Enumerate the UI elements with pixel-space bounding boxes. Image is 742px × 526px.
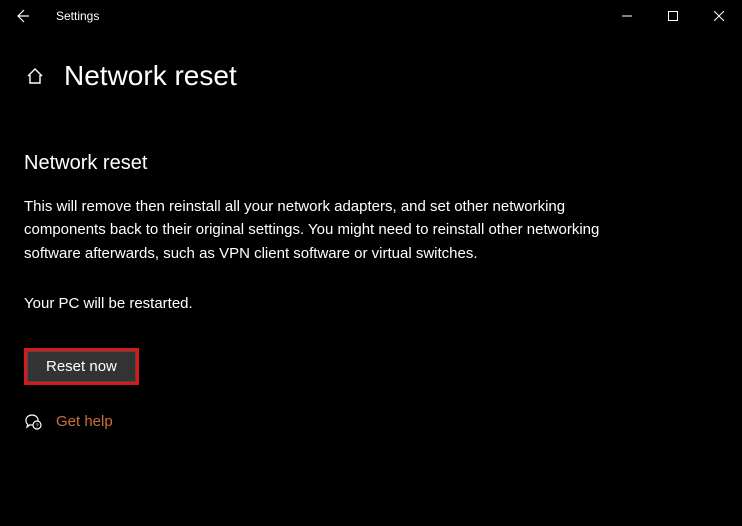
section-subtitle: Network reset — [24, 152, 718, 175]
house-icon — [25, 66, 45, 86]
close-icon — [714, 11, 724, 21]
description-text: This will remove then reinstall all your… — [24, 195, 604, 265]
titlebar: Settings — [0, 0, 742, 32]
arrow-left-icon — [14, 8, 30, 24]
minimize-icon — [622, 11, 632, 21]
svg-text:?: ? — [35, 423, 38, 429]
header: Network reset — [0, 32, 742, 104]
help-row: ? Get help — [24, 413, 718, 431]
main-content: Network reset This will remove then rein… — [0, 104, 742, 431]
page-title: Network reset — [64, 60, 237, 92]
chat-bubble-icon: ? — [24, 413, 42, 431]
help-icon: ? — [24, 413, 42, 431]
minimize-button[interactable] — [604, 0, 650, 32]
get-help-link[interactable]: Get help — [56, 413, 113, 430]
close-button[interactable] — [696, 0, 742, 32]
window-title: Settings — [56, 9, 99, 23]
back-button[interactable] — [12, 6, 32, 26]
restart-note: Your PC will be restarted. — [24, 295, 718, 312]
home-icon[interactable] — [24, 65, 46, 87]
maximize-button[interactable] — [650, 0, 696, 32]
window-controls — [604, 0, 742, 32]
reset-button-highlight: Reset now — [24, 348, 139, 385]
maximize-icon — [668, 11, 678, 21]
reset-now-button[interactable]: Reset now — [27, 351, 136, 382]
titlebar-left: Settings — [12, 6, 99, 26]
